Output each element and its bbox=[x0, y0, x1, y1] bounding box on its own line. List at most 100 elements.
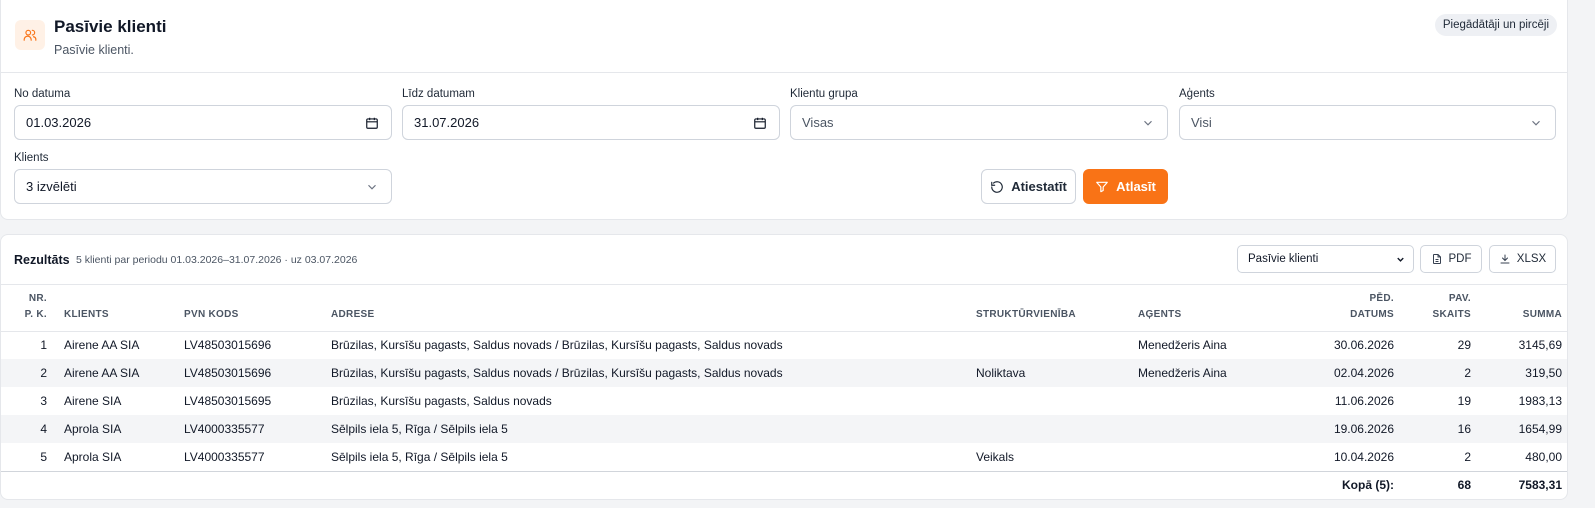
cell-vat: LV4000335577 bbox=[184, 449, 265, 464]
cell-vat: LV48503015696 bbox=[184, 338, 272, 353]
report-type-value: Pasīvie klienti bbox=[1248, 253, 1319, 265]
column-header-address: ADRESE bbox=[331, 308, 375, 320]
cell-unit bbox=[976, 415, 1138, 443]
column-header-client: KLIENTS bbox=[64, 308, 109, 320]
column-header-unit: STRUKTŪRVIENĪBA bbox=[976, 308, 1076, 320]
chevron-down-icon bbox=[368, 184, 376, 190]
column-header-nr-line1: NR. bbox=[28, 292, 47, 304]
table-row[interactable]: 1 Airene AA SIA LV48503015696 Brūzilas, … bbox=[1, 331, 1567, 359]
cell-sum: 1983,13 bbox=[1518, 394, 1562, 408]
results-summary: 5 klienti par periodu 01.03.2026–31.07.2… bbox=[76, 254, 358, 266]
cell-vat: LV48503015696 bbox=[184, 366, 272, 380]
column-header-nr-line2: P. K. bbox=[24, 308, 47, 320]
from-date-label: No datuma bbox=[14, 88, 71, 100]
cell-nr: 1 bbox=[40, 338, 47, 353]
column-header-count: PAV. SKAITS bbox=[1394, 286, 1471, 331]
page-title: Pasīvie klienti bbox=[54, 17, 167, 36]
cell-client: Aprola SIA bbox=[64, 422, 122, 436]
table-row[interactable]: 2 Airene AA SIA LV48503015696 Brūzilas, … bbox=[1, 359, 1567, 387]
pdf-label: PDF bbox=[1448, 253, 1472, 265]
cell-unit bbox=[976, 331, 1138, 359]
cell-agent bbox=[1138, 415, 1266, 443]
xlsx-label: XLSX bbox=[1516, 253, 1547, 265]
cell-date: 02.04.2026 bbox=[1333, 366, 1394, 380]
to-date-value: 31.07.2026 bbox=[414, 115, 480, 130]
cell-count: 19 bbox=[1457, 394, 1471, 408]
cell-date: 19.06.2026 bbox=[1333, 422, 1394, 436]
client-group-select[interactable]: Visas bbox=[790, 105, 1168, 140]
total-sum: 7583,31 bbox=[1518, 478, 1562, 493]
export-pdf-button[interactable]: PDF bbox=[1420, 245, 1482, 273]
file-icon bbox=[1432, 254, 1441, 264]
cell-nr: 4 bbox=[40, 422, 47, 436]
agent-label: Aģents bbox=[1179, 88, 1215, 100]
cell-agent bbox=[1138, 387, 1266, 415]
cell-vat: LV4000335577 bbox=[184, 422, 265, 436]
column-header-sum: SUMMA bbox=[1522, 308, 1562, 320]
cell-address: Brūzilas, Kursīšu pagasts, Saldus novads bbox=[331, 394, 552, 408]
table-row[interactable]: 4 Aprola SIA LV4000335577 Sēlpils iela 5… bbox=[1, 415, 1567, 443]
cell-count: 29 bbox=[1457, 338, 1471, 353]
users-icon bbox=[15, 20, 45, 50]
cell-date: 10.04.2026 bbox=[1333, 449, 1394, 464]
cell-unit: Noliktava bbox=[976, 366, 1026, 380]
cell-unit: Veikals bbox=[976, 449, 1015, 464]
client-group-value: Visas bbox=[802, 115, 834, 130]
chevron-down-icon bbox=[1144, 120, 1152, 126]
to-date-input[interactable]: 31.07.2026 bbox=[402, 105, 780, 140]
cell-address: Brūzilas, Kursīšu pagasts, Saldus novads… bbox=[331, 366, 783, 380]
column-header-date-line2: DATUMS bbox=[1350, 308, 1394, 320]
calendar-icon[interactable] bbox=[753, 116, 767, 130]
filter-icon bbox=[1096, 181, 1108, 192]
results-card: Rezultāts 5 klienti par periodu 01.03.20… bbox=[0, 234, 1568, 500]
total-count: 68 bbox=[1457, 478, 1471, 493]
cell-agent: Menedžeris Aina bbox=[1138, 366, 1227, 380]
report-type-select[interactable]: Pasīvie klienti bbox=[1237, 245, 1414, 273]
reset-button[interactable]: Atiestatīt bbox=[981, 169, 1076, 204]
cell-date: 30.06.2026 bbox=[1333, 338, 1394, 353]
page-header: Pasīvie klienti Pasīvie klienti. Piegādā… bbox=[1, 0, 1567, 73]
cell-agent: Menedžeris Aina bbox=[1138, 338, 1227, 353]
cell-count: 2 bbox=[1464, 449, 1471, 464]
from-date-input[interactable]: 01.03.2026 bbox=[14, 105, 392, 140]
column-header-count-line1: PAV. bbox=[1448, 292, 1471, 304]
filter-card: Pasīvie klienti Pasīvie klienti. Piegādā… bbox=[0, 0, 1568, 220]
export-xlsx-button[interactable]: XLSX bbox=[1489, 245, 1556, 273]
table-row[interactable]: 5 Aprola SIA LV4000335577 Sēlpils iela 5… bbox=[1, 443, 1567, 471]
cell-sum: 1654,99 bbox=[1518, 422, 1562, 436]
cell-nr: 5 bbox=[40, 449, 47, 464]
column-header-nr: NR. P. K. bbox=[1, 286, 51, 331]
results-table: NR. P. K. KLIENTS PVN KODS ADRESE STRUKTŪ… bbox=[1, 286, 1567, 499]
cell-nr: 3 bbox=[40, 394, 47, 408]
cell-count: 16 bbox=[1457, 422, 1471, 436]
calendar-icon[interactable] bbox=[365, 116, 379, 130]
cell-vat: LV48503015695 bbox=[184, 394, 272, 408]
total-spacer bbox=[1, 471, 1266, 499]
column-header-date: PĒD. DATUMS bbox=[1266, 286, 1394, 331]
column-header-date-line1: PĒD. bbox=[1369, 292, 1394, 304]
total-label: Kopā (5): bbox=[1342, 478, 1394, 493]
cell-count: 2 bbox=[1464, 366, 1471, 380]
cell-date: 11.06.2026 bbox=[1334, 394, 1394, 408]
table-row[interactable]: 3 Airene SIA LV48503015695 Brūzilas, Kur… bbox=[1, 387, 1567, 415]
client-label: Klients bbox=[14, 152, 49, 164]
client-multiselect[interactable]: 3 izvēlēti bbox=[14, 169, 392, 204]
cell-address: Sēlpils iela 5, Rīga / Sēlpils iela 5 bbox=[331, 422, 508, 436]
client-group-label: Klientu grupa bbox=[790, 88, 858, 100]
cell-client: Airene SIA bbox=[64, 394, 122, 408]
agent-select[interactable]: Visi bbox=[1179, 105, 1556, 140]
from-date-value: 01.03.2026 bbox=[26, 115, 92, 130]
client-value: 3 izvēlēti bbox=[26, 179, 77, 194]
cell-nr: 2 bbox=[40, 366, 47, 380]
cell-sum: 3145,69 bbox=[1518, 338, 1562, 353]
table-header-row: NR. P. K. KLIENTS PVN KODS ADRESE STRUKTŪ… bbox=[1, 286, 1567, 331]
download-icon bbox=[1500, 254, 1510, 264]
column-header-vat: PVN KODS bbox=[184, 308, 239, 320]
chevron-down-icon bbox=[1532, 120, 1540, 126]
apply-filter-button[interactable]: Atlasīt bbox=[1083, 169, 1168, 204]
cell-client: Aprola SIA bbox=[64, 449, 122, 464]
chevron-down-icon bbox=[1397, 257, 1404, 262]
reset-button-label: Atiestatīt bbox=[1011, 179, 1067, 194]
total-row: Kopā (5): 68 7583,31 bbox=[1, 471, 1567, 499]
to-date-label: Līdz datumam bbox=[402, 88, 475, 100]
